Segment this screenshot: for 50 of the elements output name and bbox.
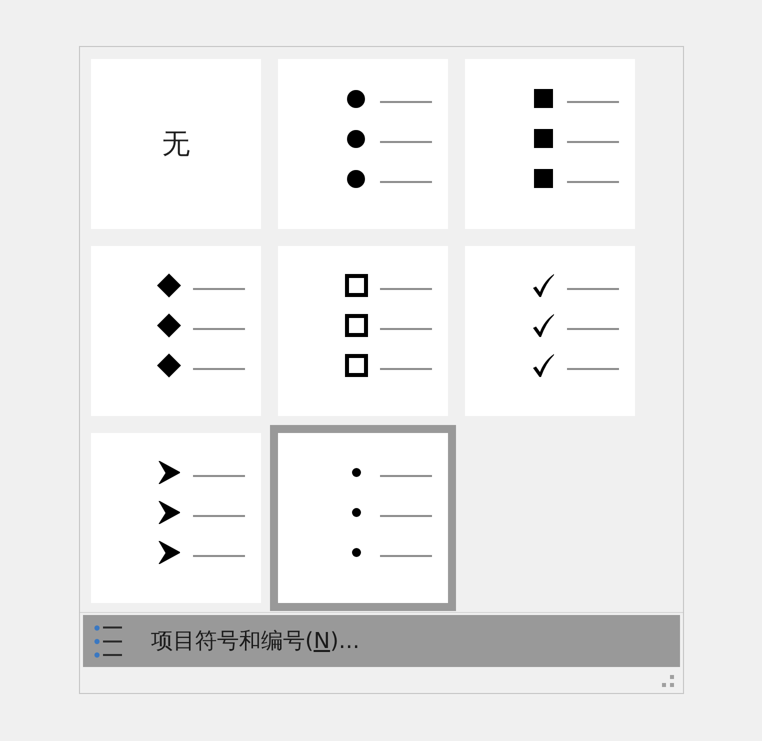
hollow-square-icon bbox=[344, 354, 368, 377]
text-line-placeholder bbox=[567, 141, 619, 143]
diamond-icon bbox=[157, 352, 181, 379]
bullet-option[interactable]: 无 bbox=[91, 59, 261, 229]
resize-grip-icon bbox=[662, 675, 674, 687]
bullet-option[interactable] bbox=[91, 246, 261, 416]
text-line-placeholder bbox=[380, 555, 432, 557]
bullet-option[interactable] bbox=[278, 246, 448, 416]
text-line-placeholder bbox=[380, 475, 432, 477]
text-line-placeholder bbox=[380, 141, 432, 143]
text-line-placeholder bbox=[380, 515, 432, 517]
hollow-square-icon bbox=[344, 314, 368, 337]
check-mark-icon bbox=[532, 354, 554, 377]
bulleted-list-icon bbox=[94, 624, 122, 658]
text-line-placeholder bbox=[193, 328, 245, 330]
text-line-placeholder bbox=[193, 288, 245, 290]
filled-square-icon bbox=[534, 89, 552, 108]
text-line-placeholder bbox=[567, 288, 619, 290]
arrowhead-icon bbox=[158, 541, 180, 564]
text-line-placeholder bbox=[380, 101, 432, 103]
dot-icon bbox=[352, 468, 360, 477]
dot-icon bbox=[352, 508, 360, 517]
diamond-icon bbox=[157, 272, 181, 299]
arrowhead-icon bbox=[158, 461, 180, 484]
filled-circle-icon bbox=[347, 170, 365, 188]
dot-icon bbox=[352, 548, 360, 557]
diamond-icon bbox=[157, 312, 181, 339]
text-line-placeholder bbox=[380, 181, 432, 183]
text-line-placeholder bbox=[567, 181, 619, 183]
text-line-placeholder bbox=[380, 368, 432, 370]
check-mark-icon bbox=[532, 314, 554, 337]
text-line-placeholder bbox=[193, 555, 245, 557]
arrowhead-icon bbox=[158, 501, 180, 524]
filled-circle-icon bbox=[347, 90, 365, 108]
bullet-option[interactable] bbox=[278, 59, 448, 229]
filled-square-icon bbox=[534, 129, 552, 148]
check-mark-icon bbox=[532, 274, 554, 297]
text-line-placeholder bbox=[567, 368, 619, 370]
text-line-placeholder bbox=[567, 101, 619, 103]
filled-square-icon bbox=[534, 169, 552, 188]
text-line-placeholder bbox=[193, 515, 245, 517]
filled-circle-icon bbox=[347, 130, 365, 148]
text-line-placeholder bbox=[193, 368, 245, 370]
bullets-and-numbering-menu-item[interactable]: 项目符号和编号(N)... bbox=[83, 615, 680, 667]
bullet-option[interactable] bbox=[465, 59, 635, 229]
text-line-placeholder bbox=[193, 475, 245, 477]
text-line-placeholder bbox=[567, 328, 619, 330]
text-line-placeholder bbox=[380, 288, 432, 290]
text-line-placeholder bbox=[380, 328, 432, 330]
hollow-square-icon bbox=[344, 274, 368, 297]
